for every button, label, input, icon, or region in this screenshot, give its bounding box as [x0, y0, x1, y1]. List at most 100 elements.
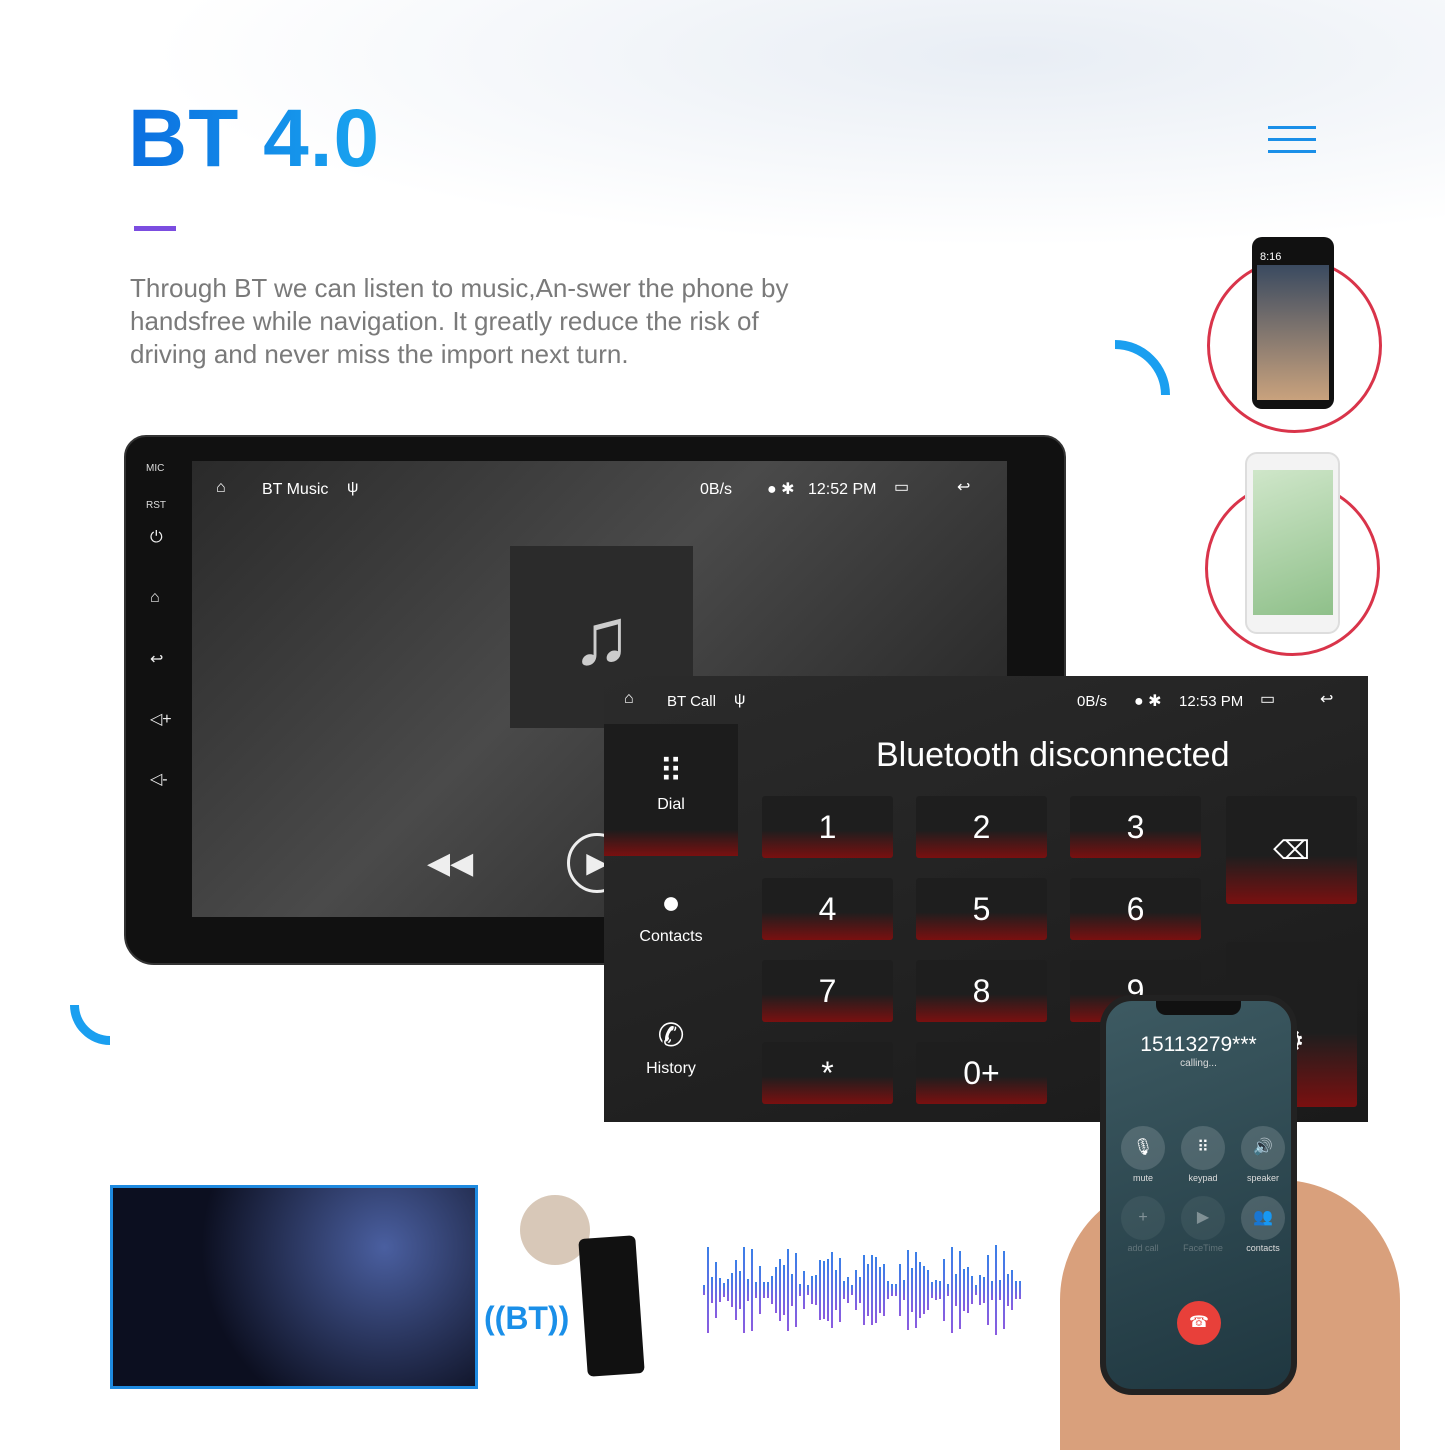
audio-waveform [703, 1245, 1025, 1335]
backspace-button[interactable]: ⌫ [1226, 796, 1357, 904]
wave-bar [935, 1280, 937, 1300]
wave-bar [899, 1263, 901, 1317]
wave-bar [711, 1276, 713, 1304]
wave-bar [795, 1252, 797, 1328]
speaker-icon[interactable]: 🔊 [1241, 1126, 1285, 1170]
wave-bar [907, 1249, 909, 1330]
key-0[interactable]: 0+ [916, 1042, 1047, 1104]
keypad-label: keypad [1188, 1173, 1218, 1183]
phone-notch [1156, 1001, 1241, 1015]
home-icon[interactable]: ⌂ [150, 589, 160, 607]
mute-icon[interactable]: 🎙 [1121, 1126, 1165, 1170]
wave-bar [755, 1281, 757, 1299]
key-2[interactable]: 2 [916, 796, 1047, 858]
dialpad-icon: ⠿ [659, 753, 683, 789]
wave-bar [887, 1280, 889, 1300]
keypad-icon[interactable]: ⠿ [1181, 1126, 1225, 1170]
wave-bar [811, 1275, 813, 1305]
facetime-icon[interactable]: ▶ [1181, 1196, 1225, 1240]
wave-bar [803, 1271, 805, 1309]
description: Through BT we can listen to music,An-swe… [130, 273, 789, 369]
key-star[interactable]: * [762, 1042, 893, 1104]
rewind-button[interactable]: ◀◀ [427, 846, 473, 881]
wave-bar [843, 1281, 845, 1299]
rst-label: RST [146, 500, 166, 511]
home-icon[interactable]: ⌂ [624, 690, 634, 708]
nav-dial[interactable]: ⠿ Dial [604, 724, 738, 856]
nav-label: History [646, 1060, 696, 1077]
page-title: BT 4.0 [128, 93, 381, 184]
key-3[interactable]: 3 [1070, 796, 1201, 858]
wave-bar [727, 1278, 729, 1302]
wave-bar [951, 1246, 953, 1334]
wave-bar [759, 1265, 761, 1315]
mic-label: MIC [146, 463, 165, 474]
back-icon[interactable]: ↩ [1320, 689, 1333, 709]
wave-bar [911, 1268, 913, 1312]
recent-apps-icon[interactable]: ▭ [894, 477, 909, 497]
end-call-button[interactable]: ☎ [1177, 1301, 1221, 1345]
wave-bar [919, 1262, 921, 1318]
wave-bar [827, 1259, 829, 1321]
wave-bar [851, 1284, 853, 1296]
wave-bar [775, 1266, 777, 1314]
phone-time: 8:16 [1260, 251, 1282, 263]
recent-apps-icon[interactable]: ▭ [1260, 689, 1275, 709]
wave-bar [875, 1256, 877, 1324]
back-icon[interactable]: ↩ [957, 477, 970, 497]
wave-bar [855, 1269, 857, 1311]
network-speed: 0B/s [700, 481, 733, 498]
wave-bar [971, 1275, 973, 1305]
call-status: calling... [1180, 1058, 1217, 1069]
wave-bar [715, 1261, 717, 1319]
wave-bar [1015, 1281, 1017, 1299]
driver-photo [110, 1185, 478, 1389]
nav-contacts[interactable]: ● Contacts [604, 856, 738, 988]
volume-up-icon[interactable]: ◁+ [150, 709, 172, 729]
wave-bar [739, 1270, 741, 1310]
wave-bar [707, 1247, 709, 1333]
nav-label: Dial [657, 796, 685, 813]
wave-bar [995, 1245, 997, 1335]
wave-bar [735, 1259, 737, 1321]
add-call-label: add call [1127, 1243, 1159, 1253]
volume-down-icon[interactable]: ◁- [150, 769, 168, 789]
key-5[interactable]: 5 [916, 878, 1047, 940]
key-1[interactable]: 1 [762, 796, 893, 858]
key-8[interactable]: 8 [916, 960, 1047, 1022]
wave-bar [999, 1279, 1001, 1301]
wave-bar [723, 1282, 725, 1298]
usb-icon: ψ [734, 691, 746, 708]
wave-bar [771, 1276, 773, 1304]
contacts-icon[interactable]: 👥 [1241, 1196, 1285, 1240]
bluetooth-label: ((BT)) [484, 1300, 570, 1336]
wave-bar [883, 1263, 885, 1317]
menu-icon[interactable] [1268, 126, 1316, 162]
smartphone-calling: 15113279*** calling... 🎙 ⠿ 🔊 mute keypad… [1100, 995, 1297, 1395]
wave-bar [939, 1281, 941, 1299]
wave-bar [747, 1279, 749, 1301]
wave-bar [767, 1281, 769, 1299]
wave-bar [943, 1258, 945, 1322]
contacts-label: contacts [1246, 1243, 1280, 1253]
wave-bar [979, 1275, 981, 1305]
power-icon[interactable]: ⏻ [150, 529, 163, 547]
wave-bar [863, 1254, 865, 1326]
wave-bar [959, 1250, 961, 1330]
location-bt-icons: ● ✱ [1134, 693, 1162, 710]
nav-history[interactable]: ✆ History [604, 988, 738, 1120]
call-history-icon: ✆ [657, 1017, 685, 1053]
wave-bar [879, 1266, 881, 1314]
add-call-icon[interactable]: + [1121, 1196, 1165, 1240]
home-icon[interactable]: ⌂ [216, 479, 226, 497]
connection-status: Bluetooth disconnected [876, 736, 1230, 774]
wave-bar [807, 1284, 809, 1296]
caller-number: 15113279*** [1140, 1033, 1257, 1056]
mute-label: mute [1132, 1173, 1153, 1183]
app-title: BT Call [667, 693, 716, 710]
key-4[interactable]: 4 [762, 878, 893, 940]
key-6[interactable]: 6 [1070, 878, 1201, 940]
key-7[interactable]: 7 [762, 960, 893, 1022]
back-icon[interactable]: ↩ [150, 649, 163, 669]
wave-bar [983, 1276, 985, 1304]
